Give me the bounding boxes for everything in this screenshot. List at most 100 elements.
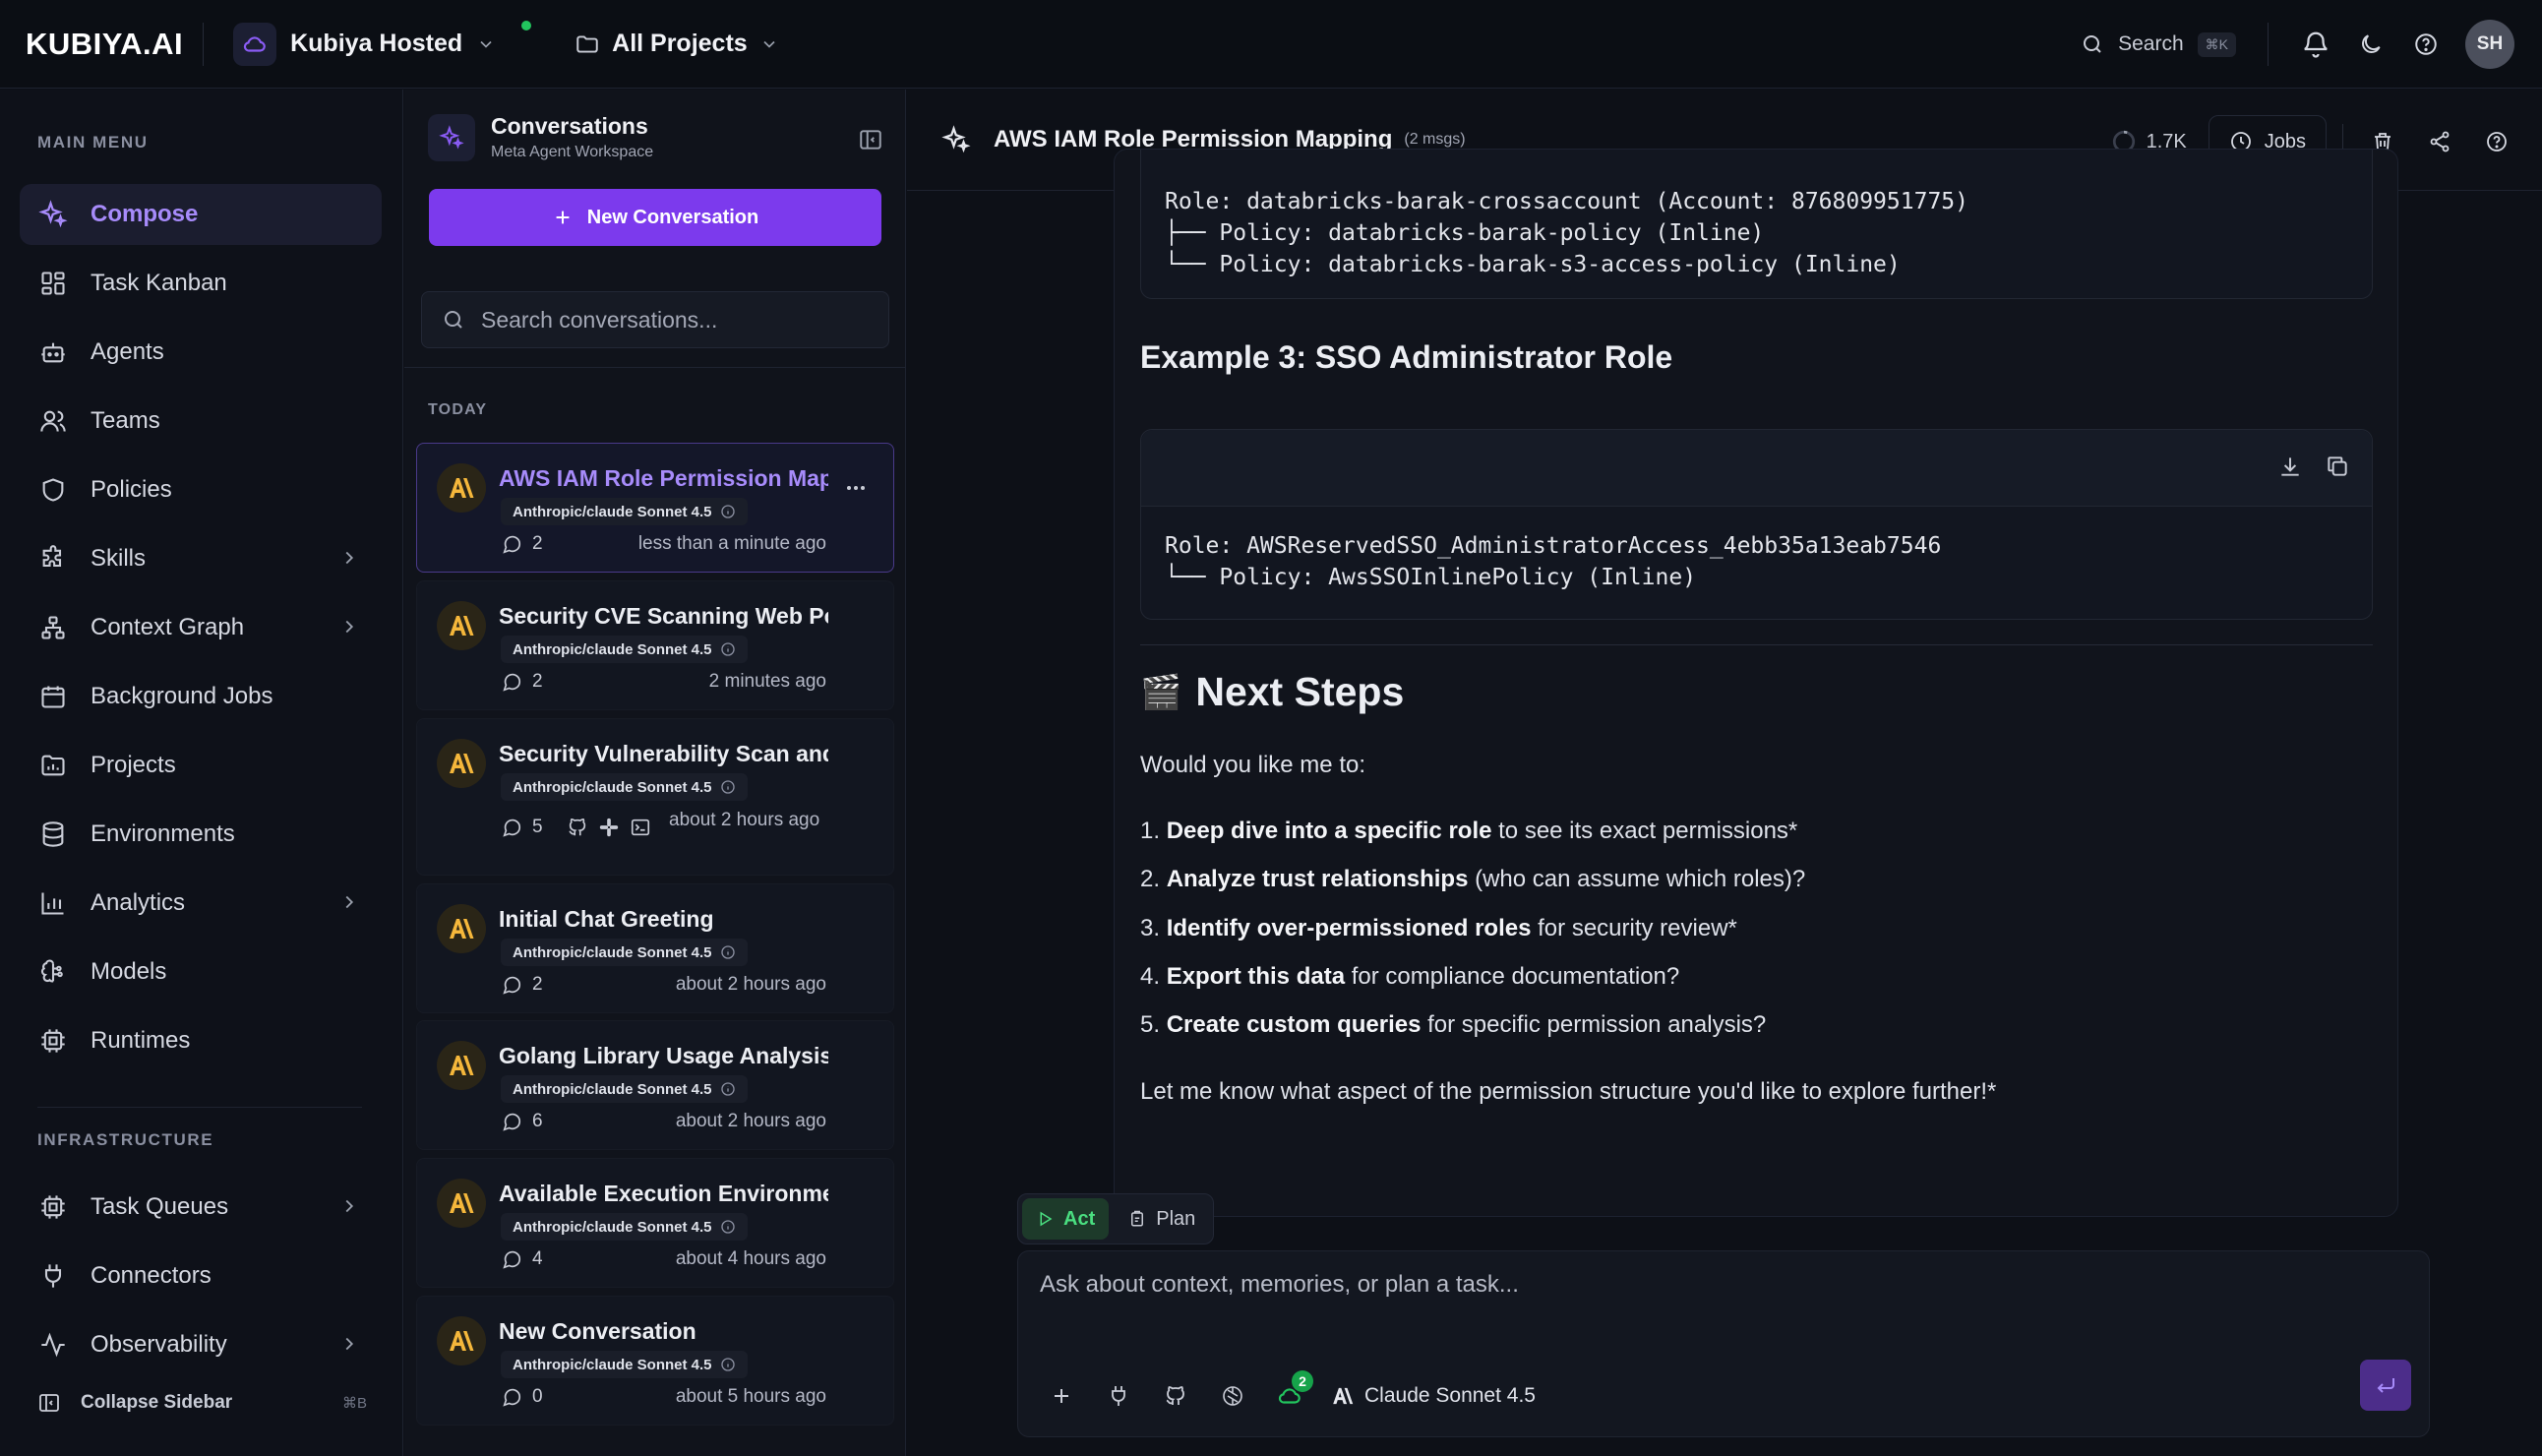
sidebar-item-teams[interactable]: Teams xyxy=(20,391,382,452)
conversation-time: less than a minute ago xyxy=(637,533,826,554)
sidebar-item-label: Environments xyxy=(91,820,235,847)
project-switcher[interactable]: All Projects xyxy=(565,17,789,72)
environment-button[interactable]: 2 xyxy=(1268,1370,1313,1418)
list-item: 5. Create custom queries for specific pe… xyxy=(1140,1011,1767,1038)
search-icon xyxy=(2081,32,2104,56)
activity-icon xyxy=(37,1329,69,1361)
code-content[interactable]: Role: databricks-barak-crossaccount (Acc… xyxy=(1141,150,2372,304)
conversation-item[interactable]: Available Execution Environments Anthrop… xyxy=(416,1158,894,1288)
sidebar-item-observability[interactable]: Observability xyxy=(20,1314,382,1375)
main-menu-label: MAIN MENU xyxy=(37,133,149,152)
sidebar-item-projects[interactable]: Projects xyxy=(20,735,382,796)
user-avatar[interactable]: SH xyxy=(2465,20,2514,69)
model-name: Anthropic/claude Sonnet 4.5 xyxy=(513,943,712,961)
model-name: Anthropic/claude Sonnet 4.5 xyxy=(513,1218,712,1236)
conversations-header: Conversations Meta Agent Workspace xyxy=(428,113,653,161)
closing-text: Let me know what aspect of the permissio… xyxy=(1140,1078,1997,1105)
message-icon xyxy=(503,1113,521,1131)
help-button[interactable] xyxy=(2398,17,2453,72)
anthropic-icon xyxy=(437,463,486,513)
assistant-message: Role: databricks-barak-crossaccount (Acc… xyxy=(1114,149,2398,1217)
sidebar-item-skills[interactable]: Skills xyxy=(20,528,382,589)
conversation-meta: 0 xyxy=(501,1386,543,1408)
toggle-panel-button[interactable] xyxy=(858,127,883,152)
theme-toggle-button[interactable] xyxy=(2343,17,2398,72)
robot-icon xyxy=(37,336,69,368)
download-icon[interactable] xyxy=(2277,454,2303,479)
conversation-search-input[interactable] xyxy=(481,306,875,334)
mode-plan-label: Plan xyxy=(1156,1207,1196,1230)
sidebar-item-context-graph[interactable]: Context Graph xyxy=(20,597,382,658)
environment-switcher[interactable]: Kubiya Hosted xyxy=(223,17,532,72)
connectors-button[interactable] xyxy=(1097,1374,1140,1418)
mode-plan-button[interactable]: Plan xyxy=(1115,1198,1209,1240)
conversations-panel: Conversations Meta Agent Workspace New C… xyxy=(404,90,906,1456)
conversation-time: 2 minutes ago xyxy=(708,671,826,692)
global-search-button[interactable]: Search ⌘K xyxy=(2069,19,2248,70)
message-icon xyxy=(503,976,521,995)
kubiya-logo[interactable]: KUBIYA.AI xyxy=(26,27,183,62)
conversation-meta: 2 xyxy=(501,671,543,693)
copy-icon[interactable] xyxy=(2325,454,2350,479)
sidebar-item-policies[interactable]: Policies xyxy=(20,459,382,520)
share-icon xyxy=(2430,131,2450,152)
sidebar-item-compose[interactable]: Compose xyxy=(20,184,382,245)
code-content[interactable]: Role: AWSReservedSSO_AdministratorAccess… xyxy=(1141,507,2372,617)
sidebar-item-task-queues[interactable]: Task Queues xyxy=(20,1177,382,1238)
send-button[interactable] xyxy=(2360,1360,2411,1411)
anthropic-icon xyxy=(437,1179,486,1228)
attach-button[interactable] xyxy=(1040,1374,1083,1418)
conversation-item[interactable]: Golang Library Usage Analysis Anthropic/… xyxy=(416,1020,894,1150)
conversation-time: about 5 hours ago xyxy=(675,1386,826,1407)
chevron-right-icon xyxy=(338,891,360,913)
sidebar-item-label: Background Jobs xyxy=(91,683,273,709)
conversation-menu-button[interactable] xyxy=(844,476,868,500)
collapse-sidebar-button[interactable]: Collapse Sidebar ⌘B xyxy=(37,1391,367,1415)
anthropic-icon xyxy=(437,601,486,650)
collapse-shortcut: ⌘B xyxy=(341,1395,367,1412)
sidebar-item-connectors[interactable]: Connectors xyxy=(20,1245,382,1306)
sidebar-item-task-kanban[interactable]: Task Kanban xyxy=(20,253,382,314)
conversation-item[interactable]: Initial Chat Greeting Anthropic/claude S… xyxy=(416,883,894,1013)
conversation-item[interactable]: Security Vulnerability Scan and Report A… xyxy=(416,718,894,876)
conversation-item[interactable]: AWS IAM Role Permission Mapping Anthropi… xyxy=(416,443,894,573)
conversation-item[interactable]: Security CVE Scanning Web Portal Anthrop… xyxy=(416,580,894,710)
sidebar-item-analytics[interactable]: Analytics xyxy=(20,873,382,934)
sidebar-item-environments[interactable]: Environments xyxy=(20,804,382,865)
notifications-button[interactable] xyxy=(2288,17,2343,72)
message-icon xyxy=(503,819,521,837)
conversation-item[interactable]: New Conversation Anthropic/claude Sonnet… xyxy=(416,1296,894,1426)
model-name: Anthropic/claude Sonnet 4.5 xyxy=(513,503,712,520)
conversation-title: Available Execution Environments xyxy=(499,1181,828,1206)
conversation-meta: 2 xyxy=(501,974,543,996)
sidebar-item-label: Projects xyxy=(91,752,176,778)
plug-icon xyxy=(1112,1386,1125,1406)
github-button[interactable] xyxy=(1154,1374,1197,1418)
chevron-right-icon xyxy=(338,1333,360,1355)
main-sidebar: MAIN MENU Compose Task Kanban Agents Tea… xyxy=(0,90,403,1456)
bell-icon xyxy=(2304,31,2328,58)
new-conversation-button[interactable]: New Conversation xyxy=(429,189,881,246)
message-input[interactable] xyxy=(1040,1271,2397,1330)
model-chip: Anthropic/claude Sonnet 4.5 xyxy=(501,1213,748,1241)
message-icon xyxy=(503,673,521,692)
mode-act-button[interactable]: Act xyxy=(1022,1198,1110,1240)
share-button[interactable] xyxy=(2416,114,2463,169)
sidebar-item-background-jobs[interactable]: Background Jobs xyxy=(20,666,382,727)
sidebar-item-runtimes[interactable]: Runtimes xyxy=(20,1010,382,1071)
sidebar-item-agents[interactable]: Agents xyxy=(20,322,382,383)
mode-toggle: Act Plan xyxy=(1017,1193,1215,1244)
chevron-down-icon xyxy=(476,34,496,54)
message-count: 5 xyxy=(532,817,543,837)
clapper-icon: 🎬 xyxy=(1140,673,1182,711)
code-block-toolbar xyxy=(1141,430,2372,507)
conversation-meta: 6 xyxy=(501,1111,543,1132)
users-icon xyxy=(37,405,69,437)
conversation-time: about 2 hours ago xyxy=(675,974,826,995)
chat-help-button[interactable] xyxy=(2473,114,2520,169)
sidebar-item-label: Context Graph xyxy=(91,614,245,640)
cpu-icon xyxy=(37,1025,69,1057)
integrations-button[interactable] xyxy=(1211,1374,1254,1418)
model-selector[interactable]: Claude Sonnet 4.5 xyxy=(1331,1384,1536,1408)
sidebar-item-models[interactable]: Models xyxy=(20,941,382,1002)
